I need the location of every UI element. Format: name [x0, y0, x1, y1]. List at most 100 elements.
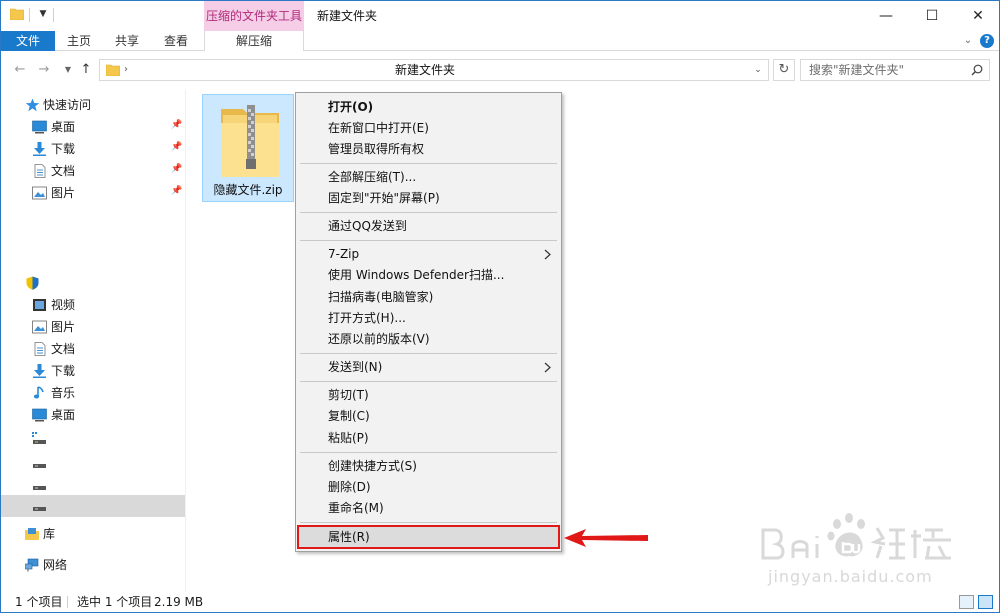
- menu-item-label: 全部解压缩(T)...: [328, 170, 417, 184]
- context-menu: 打开(O) 在新窗口中打开(E) 管理员取得所有权 全部解压缩(T)... 固定…: [295, 92, 562, 552]
- menu-item-defender-scan[interactable]: 使用 Windows Defender扫描...: [298, 265, 559, 286]
- sidebar-item-label: 桌面: [51, 120, 76, 134]
- menu-item-rename[interactable]: 重命名(M): [298, 498, 559, 519]
- library-icon: [25, 528, 39, 540]
- status-separator: [67, 596, 68, 608]
- chevron-down-icon[interactable]: ⌄: [751, 63, 765, 77]
- sidebar-item-system-drive[interactable]: [1, 428, 185, 450]
- sidebar-item-videos[interactable]: 视频: [1, 294, 185, 316]
- quick-access-separator: [29, 8, 30, 22]
- menu-separator: [300, 353, 557, 354]
- menu-separator: [300, 163, 557, 164]
- menu-item-label: 7-Zip: [328, 247, 360, 261]
- search-input[interactable]: 搜索"新建文件夹": [800, 59, 990, 81]
- tab-share[interactable]: 共享: [105, 31, 149, 51]
- pictures-icon: [32, 186, 47, 200]
- help-icon[interactable]: ?: [980, 34, 994, 48]
- menu-item-label: 粘贴(P): [328, 431, 369, 445]
- minimize-button[interactable]: —: [863, 1, 909, 31]
- sidebar-item-drive[interactable]: [1, 474, 185, 496]
- menu-item-copy[interactable]: 复制(C): [298, 406, 559, 427]
- menu-item-open-with[interactable]: 打开方式(H)...: [298, 308, 559, 329]
- tab-extract[interactable]: 解压缩: [204, 31, 304, 51]
- navigation-bar: ← → ▼ ↑ › 新建文件夹 ⌄ ↻ 搜索"新建文件夹": [1, 52, 999, 89]
- sidebar-item-label: 音乐: [51, 386, 76, 400]
- address-path: 新建文件夹: [394, 63, 455, 77]
- sidebar-item-label: 快速访问: [43, 98, 92, 112]
- sidebar-item-quick-access[interactable]: 快速访问: [1, 94, 185, 116]
- download-icon: [33, 142, 46, 156]
- tab-home[interactable]: 主页: [57, 31, 101, 51]
- selection-size: 2.19 MB: [154, 595, 204, 609]
- close-button[interactable]: ✕: [955, 1, 999, 31]
- menu-separator: [300, 522, 557, 523]
- menu-item-label: 在新窗口中打开(E): [328, 121, 429, 135]
- maximize-button[interactable]: ☐: [909, 1, 955, 31]
- customize-quick-access-icon[interactable]: ▼: [37, 7, 49, 21]
- menu-item-label: 打开(O): [328, 100, 374, 114]
- pictures-icon: [32, 320, 47, 334]
- file-item[interactable]: 隐藏文件.zip: [202, 94, 294, 202]
- refresh-button[interactable]: ↻: [773, 59, 795, 81]
- details-view-icon[interactable]: [959, 595, 974, 609]
- address-bar[interactable]: › 新建文件夹 ⌄: [99, 59, 769, 81]
- sidebar-item-music[interactable]: 音乐: [1, 382, 185, 404]
- folder-icon[interactable]: [10, 8, 24, 20]
- menu-item-send-to[interactable]: 发送到(N): [298, 357, 559, 378]
- tab-view[interactable]: 查看: [153, 31, 199, 51]
- menu-item-create-shortcut[interactable]: 创建快捷方式(S): [298, 456, 559, 477]
- expand-ribbon-icon[interactable]: ⌄: [961, 34, 975, 48]
- menu-item-virus-scan[interactable]: 扫描病毒(电脑管家): [298, 287, 559, 308]
- menu-item-paste[interactable]: 粘贴(P): [298, 428, 559, 449]
- sidebar-item-drive-selected[interactable]: [1, 495, 185, 517]
- file-name: 隐藏文件.zip: [213, 183, 283, 197]
- menu-item-send-via-qq[interactable]: 通过QQ发送到: [298, 216, 559, 237]
- pin-icon[interactable]: 📌: [171, 186, 182, 198]
- recent-locations-icon[interactable]: ▼: [59, 61, 77, 79]
- shield-icon: [26, 276, 39, 290]
- menu-item-7zip[interactable]: 7-Zip: [298, 244, 559, 265]
- sidebar-item-desktop[interactable]: 桌面 📌: [1, 116, 185, 138]
- status-bar: 1 个项目 选中 1 个项目 2.19 MB: [1, 592, 999, 612]
- sidebar-item-drive[interactable]: [1, 452, 185, 474]
- sidebar-item-this-pc[interactable]: [1, 272, 185, 294]
- sidebar-item-network[interactable]: 网络: [1, 554, 185, 576]
- sidebar-item-desktop[interactable]: 桌面: [1, 404, 185, 426]
- sidebar-item-pictures[interactable]: 图片 📌: [1, 182, 185, 204]
- menu-item-label: 扫描病毒(电脑管家): [328, 290, 434, 304]
- menu-item-extract-all[interactable]: 全部解压缩(T)...: [298, 167, 559, 188]
- menu-item-open-new-window[interactable]: 在新窗口中打开(E): [298, 118, 559, 139]
- back-arrow-icon[interactable]: ←: [11, 61, 29, 79]
- forward-arrow-icon[interactable]: →: [35, 61, 53, 79]
- tab-file[interactable]: 文件: [1, 31, 55, 51]
- search-icon[interactable]: [971, 64, 983, 76]
- sidebar-item-downloads[interactable]: 下载: [1, 360, 185, 382]
- sidebar-item-label: 桌面: [51, 408, 76, 422]
- menu-item-delete[interactable]: 删除(D): [298, 477, 559, 498]
- star-icon: [25, 98, 40, 112]
- pin-icon[interactable]: 📌: [171, 142, 182, 154]
- music-note-icon: [33, 386, 44, 399]
- menu-item-restore-versions[interactable]: 还原以前的版本(V): [298, 329, 559, 350]
- sidebar-item-documents[interactable]: 文档: [1, 338, 185, 360]
- menu-item-label: 创建快捷方式(S): [328, 459, 417, 473]
- menu-item-properties[interactable]: 属性(R): [297, 525, 560, 549]
- menu-item-pin-to-start[interactable]: 固定到"开始"屏幕(P): [298, 188, 559, 209]
- up-arrow-icon[interactable]: ↑: [77, 61, 95, 79]
- sidebar-item-documents[interactable]: 文档 📌: [1, 160, 185, 182]
- drive-icon: [33, 507, 46, 511]
- pin-icon[interactable]: 📌: [171, 120, 182, 132]
- menu-item-open[interactable]: 打开(O): [298, 97, 559, 118]
- pin-icon[interactable]: 📌: [171, 164, 182, 176]
- sidebar-item-downloads[interactable]: 下载 📌: [1, 138, 185, 160]
- menu-item-label: 剪切(T): [328, 388, 369, 402]
- menu-item-take-ownership[interactable]: 管理员取得所有权: [298, 139, 559, 160]
- menu-item-cut[interactable]: 剪切(T): [298, 385, 559, 406]
- menu-item-label: 管理员取得所有权: [328, 142, 425, 156]
- desktop-icon: [32, 120, 47, 134]
- sidebar-item-label: 文档: [51, 342, 76, 356]
- menu-item-label: 重命名(M): [328, 501, 384, 515]
- sidebar-item-pictures[interactable]: 图片: [1, 316, 185, 338]
- sidebar-item-libraries[interactable]: 库: [1, 523, 185, 545]
- large-icons-view-icon[interactable]: [978, 595, 993, 609]
